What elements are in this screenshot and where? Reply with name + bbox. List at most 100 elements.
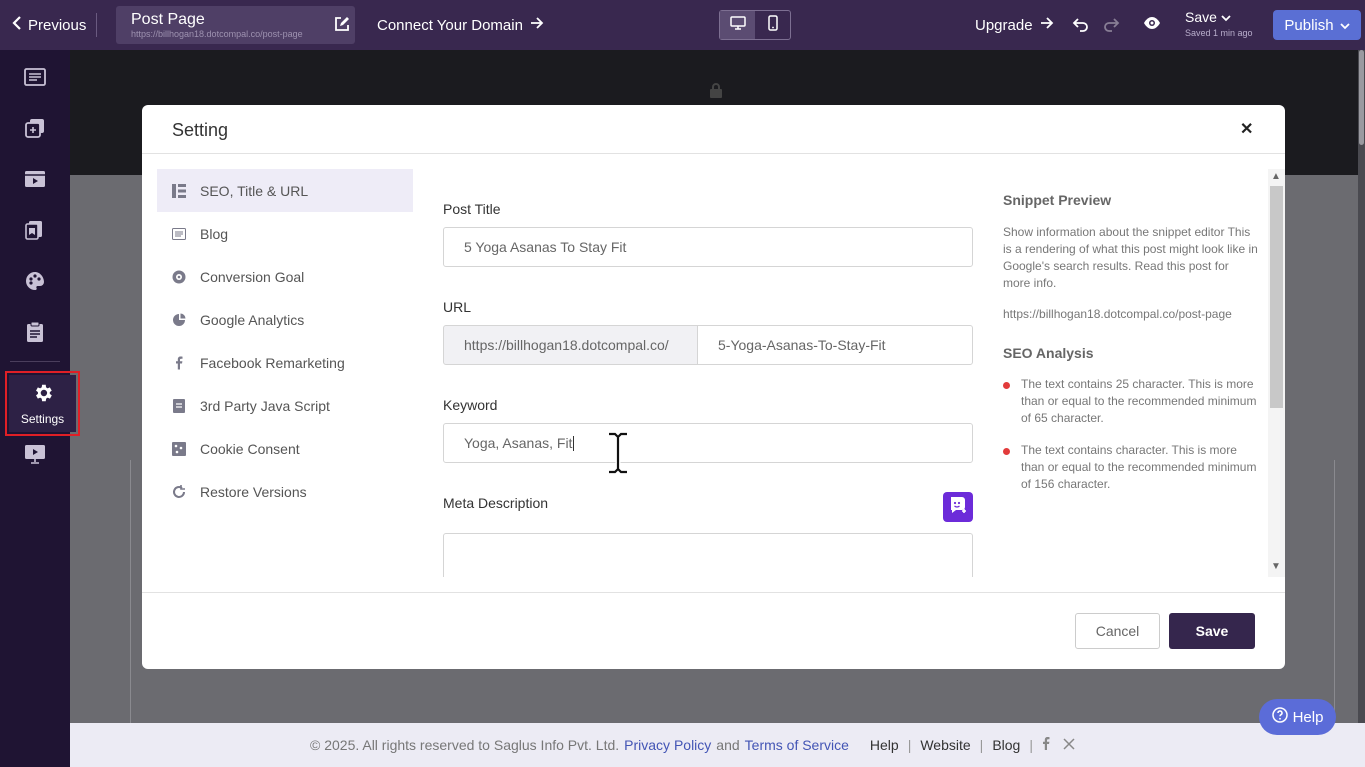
and-text: and — [716, 737, 740, 753]
save-dropdown[interactable]: Save Saved 1 min ago — [1185, 9, 1253, 38]
cookie-icon — [172, 441, 186, 456]
meta-description-label: Meta Description — [443, 495, 549, 511]
connect-domain-link[interactable]: Connect Your Domain — [377, 0, 544, 50]
seo-analysis-text: The text contains character. This is mor… — [1021, 443, 1257, 491]
url-slug-input[interactable]: 5-Yoga-Asanas-To-Stay-Fit — [697, 325, 973, 365]
chevron-left-icon — [12, 15, 22, 35]
scrollbar-thumb[interactable] — [1270, 186, 1283, 408]
footer-website-link[interactable]: Website — [920, 737, 970, 753]
pages-icon[interactable] — [24, 66, 46, 88]
snippet-panel: Snippet Preview Show information about t… — [1003, 192, 1258, 493]
ai-assistant-button[interactable] — [943, 492, 973, 522]
menu-item-blog[interactable]: Blog — [157, 212, 413, 255]
undo-icon[interactable] — [1072, 15, 1090, 38]
chevron-down-icon[interactable]: ▼ — [1271, 561, 1281, 572]
conversion-goal-icon — [172, 270, 186, 284]
ai-chat-icon — [948, 495, 968, 520]
page-name: Post Page — [131, 11, 205, 28]
left-rail: Settings — [0, 50, 80, 767]
text-cursor-icon — [605, 431, 631, 479]
keyword-value: Yoga, Asanas, Fit — [464, 435, 573, 451]
menu-item-label: SEO, Title & URL — [200, 182, 309, 199]
desktop-view-button[interactable] — [720, 11, 755, 39]
close-icon[interactable]: ✕ — [1240, 119, 1253, 139]
divider — [96, 13, 97, 37]
publish-label: Publish — [1284, 16, 1334, 34]
chevron-down-icon — [1339, 17, 1350, 34]
publish-button[interactable]: Publish — [1273, 10, 1361, 40]
save-button[interactable]: Save — [1169, 613, 1255, 649]
facebook-icon — [172, 356, 186, 370]
menu-item-3rd-party-script[interactable]: 3rd Party Java Script — [157, 384, 413, 427]
redo-icon[interactable] — [1102, 15, 1120, 38]
menu-item-google-analytics[interactable]: Google Analytics — [157, 298, 413, 341]
help-button[interactable]: Help — [1259, 699, 1336, 735]
text-caret — [573, 435, 575, 451]
separator: | — [1029, 737, 1033, 753]
snippet-url: https://billhogan18.dotcompal.co/post-pa… — [1003, 307, 1232, 321]
seo-analysis-title: SEO Analysis — [1003, 345, 1094, 361]
page-name-box[interactable]: Post Page https://billhogan18.dotcompal.… — [116, 6, 355, 44]
error-dot-icon — [1003, 382, 1010, 389]
menu-item-label: Cookie Consent — [200, 440, 300, 457]
device-toggle — [719, 10, 791, 40]
modal-title: Setting — [172, 120, 229, 140]
palette-icon[interactable] — [24, 270, 46, 292]
bookmarks-icon[interactable] — [24, 219, 46, 241]
previous-label: Previous — [28, 16, 87, 34]
seo-icon — [172, 183, 186, 198]
top-bar: Previous Post Page https://billhogan18.d… — [0, 0, 1365, 50]
post-title-value: 5 Yoga Asanas To Stay Fit — [464, 239, 627, 255]
snippet-description: Show information about the snippet edito… — [1003, 225, 1258, 290]
facebook-icon[interactable] — [1042, 737, 1050, 753]
modal-scrollbar[interactable]: ▲ ▼ — [1268, 169, 1285, 577]
terms-of-service-link[interactable]: Terms of Service — [745, 737, 849, 753]
url-prefix: https://billhogan18.dotcompal.co/ — [443, 325, 698, 365]
settings-menu: SEO, Title & URL Blog Conversion Goal Go… — [157, 169, 413, 513]
seo-analysis-item: The text contains character. This is mor… — [1003, 442, 1258, 493]
restore-icon — [172, 484, 186, 499]
menu-item-restore-versions[interactable]: Restore Versions — [157, 470, 413, 513]
previous-button[interactable]: Previous — [12, 0, 86, 50]
chevron-up-icon[interactable]: ▲ — [1271, 171, 1281, 182]
preview-eye-icon[interactable] — [1143, 14, 1161, 37]
meta-description-textarea[interactable] — [443, 533, 973, 577]
footer-blog-link[interactable]: Blog — [992, 737, 1020, 753]
edit-icon[interactable] — [333, 15, 351, 38]
layers-icon[interactable] — [24, 117, 46, 139]
separator: | — [907, 737, 912, 753]
footer-help-link[interactable]: Help — [870, 737, 899, 753]
chevron-down-icon — [1221, 9, 1231, 25]
settings-modal: Setting ✕ SEO, Title & URL Blog Conversi… — [142, 105, 1285, 669]
blog-icon — [172, 227, 186, 241]
menu-item-label: Blog — [200, 225, 229, 242]
upgrade-button[interactable]: Upgrade — [975, 0, 1054, 50]
menu-item-cookie-consent[interactable]: Cookie Consent — [157, 427, 413, 470]
menu-item-label: 3rd Party Java Script — [200, 397, 330, 414]
save-label: Save — [1185, 9, 1217, 25]
menu-item-seo[interactable]: SEO, Title & URL — [157, 169, 413, 212]
snippet-preview-title: Snippet Preview — [1003, 192, 1112, 208]
keyword-input[interactable]: Yoga, Asanas, Fit — [443, 423, 973, 463]
upgrade-label: Upgrade — [975, 16, 1033, 34]
menu-item-label: Google Analytics — [200, 311, 305, 328]
question-icon — [1271, 707, 1288, 727]
menu-item-conversion-goal[interactable]: Conversion Goal — [157, 255, 413, 298]
media-icon[interactable] — [24, 168, 46, 190]
post-title-input[interactable]: 5 Yoga Asanas To Stay Fit — [443, 227, 973, 267]
page-scrollbar[interactable] — [1358, 50, 1365, 723]
seo-analysis-item: The text contains 25 character. This is … — [1003, 376, 1258, 427]
settings-button[interactable]: Settings — [5, 371, 80, 436]
presentation-icon[interactable] — [24, 443, 46, 465]
divider — [142, 153, 1285, 154]
footer: © 2025. All rights reserved to Saglus In… — [70, 723, 1365, 767]
clipboard-icon[interactable] — [24, 321, 46, 343]
x-twitter-icon[interactable] — [1063, 737, 1075, 753]
cancel-button[interactable]: Cancel — [1075, 613, 1160, 649]
analytics-icon — [172, 313, 186, 327]
menu-item-facebook-remarketing[interactable]: Facebook Remarketing — [157, 341, 413, 384]
script-icon — [172, 398, 186, 413]
mobile-view-button[interactable] — [755, 11, 790, 39]
settings-label: Settings — [20, 411, 65, 426]
privacy-policy-link[interactable]: Privacy Policy — [624, 737, 711, 753]
